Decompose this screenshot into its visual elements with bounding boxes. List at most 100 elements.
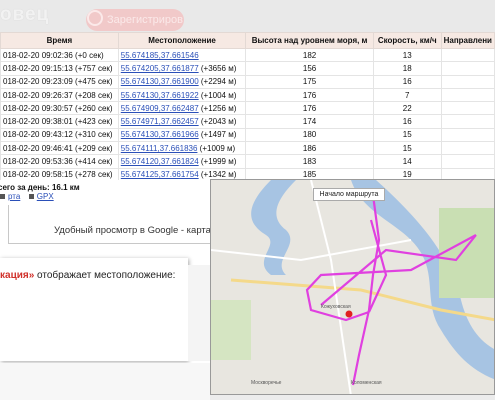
cell-speed: 13	[372, 47, 442, 63]
export-links: рта GPX	[0, 192, 54, 201]
location-pin	[345, 310, 353, 318]
cell-distance: (+1256 м)	[198, 103, 237, 113]
col-header-time: Время	[0, 32, 119, 49]
cell-time: 018-02-20 09:53:36 (+414 сек)	[0, 154, 119, 169]
track-table-panel: Время Местоположение Высота над уровнем …	[0, 32, 495, 182]
cell-direction	[440, 127, 495, 143]
day-total: сего за день: 16.1 км	[0, 183, 80, 192]
cell-distance: (+1342 м)	[198, 170, 237, 180]
cell-location: 55.674130,37.661966 (+1497 м)	[117, 127, 247, 143]
cell-distance: (+1999 м)	[198, 157, 237, 167]
cell-altitude: 176	[245, 87, 374, 103]
cell-location: 55.674909,37.662487 (+1256 м)	[117, 101, 247, 116]
location-link[interactable]: 55.674120,37.661824	[121, 157, 199, 166]
location-link[interactable]: 55.674111,37.661836	[121, 144, 198, 153]
card-highlight: кация»	[0, 270, 35, 281]
map-label: Коломенская	[351, 380, 382, 386]
register-button-label: Зарегистриров	[106, 14, 184, 26]
cell-distance: (+2294 м)	[198, 77, 237, 87]
gpx-link[interactable]: GPX	[37, 192, 54, 201]
table-row: 018-02-20 09:23:09 (+475 сек) 55.674130,3…	[0, 74, 495, 89]
cell-direction	[440, 87, 495, 103]
cell-altitude: 186	[245, 141, 374, 156]
cell-direction	[440, 47, 495, 63]
cell-speed: 15	[372, 127, 442, 143]
map-icon	[0, 194, 5, 199]
cell-location: 55.674120,37.661824 (+1999 м)	[117, 154, 247, 169]
table-row: 018-02-20 09:46:41 (+209 сек) 55.674111,3…	[0, 141, 495, 156]
cell-speed: 7	[372, 87, 442, 103]
park-area-west	[211, 300, 251, 360]
cell-location: 55.674111,37.661836 (+1009 м)	[117, 141, 247, 156]
file-icon	[28, 194, 34, 199]
park-area	[439, 208, 494, 298]
cell-speed: 15	[372, 141, 442, 156]
cell-direction	[440, 101, 495, 116]
table-row: 018-02-20 09:30:57 (+260 сек) 55.674909,3…	[0, 101, 495, 116]
user-icon	[86, 10, 103, 26]
cell-direction	[440, 154, 495, 169]
cell-location: 55.674971,37.662457 (+2043 м)	[117, 114, 247, 129]
cell-location: 55.674130,37.661900 (+2294 м)	[117, 74, 247, 89]
table-row: 018-02-20 09:02:36 (+0 сек) 55.674185,37.…	[0, 47, 495, 63]
cell-altitude: 182	[245, 47, 374, 63]
map-label: Кожуховская	[321, 304, 351, 310]
cell-altitude: 174	[245, 114, 374, 129]
cell-distance: (+2043 м)	[198, 117, 237, 127]
col-header-altitude: Высота над уровнем моря, м	[245, 32, 374, 49]
cell-time: 018-02-20 09:23:09 (+475 сек)	[0, 74, 119, 89]
location-link[interactable]: 55.674130,37.661900	[121, 77, 199, 86]
cell-location: 55.674185,37.661546	[117, 47, 247, 63]
map-canvas	[211, 180, 494, 394]
cell-time: 018-02-20 09:26:37 (+208 сек)	[0, 87, 119, 103]
info-card: кация» отображает местоположение:	[0, 258, 188, 361]
cell-direction	[440, 114, 495, 129]
track-table: Время Местоположение Высота над уровнем …	[0, 32, 495, 182]
cell-distance: (+1497 м)	[198, 130, 237, 140]
cell-direction	[440, 141, 495, 156]
route-map[interactable]: Начало маршрута Кожуховская Москворечье …	[210, 179, 495, 395]
cell-location: 55.674205,37.661877 (+3656 м)	[117, 61, 247, 76]
cell-time: 018-02-20 09:46:41 (+209 сек)	[0, 141, 119, 156]
location-link[interactable]: 55.674125,37.661754	[121, 170, 199, 179]
map-link[interactable]: рта	[8, 192, 20, 201]
cell-altitude: 156	[245, 61, 374, 76]
table-header-row: Время Местоположение Высота над уровнем …	[0, 32, 495, 49]
table-row: 018-02-20 09:15:13 (+757 сек) 55.674205,3…	[0, 61, 495, 76]
cell-direction	[440, 61, 495, 76]
location-link[interactable]: 55.674130,37.661966	[121, 130, 199, 139]
site-logo: овец	[0, 4, 50, 25]
card-description: отображает местоположение:	[34, 270, 176, 281]
cell-distance: (+1009 м)	[197, 143, 236, 153]
col-header-direction: Направлени	[440, 32, 495, 49]
register-button[interactable]: Зарегистриров	[86, 9, 184, 31]
location-link[interactable]: 55.674185,37.661546	[121, 51, 199, 60]
table-row: 018-02-20 09:53:36 (+414 сек) 55.674120,3…	[0, 154, 495, 169]
route-start-button[interactable]: Начало маршрута	[313, 188, 385, 201]
cell-distance: (+1004 м)	[198, 90, 237, 100]
cell-speed: 14	[372, 154, 442, 169]
cell-altitude: 176	[245, 101, 374, 116]
bottom-strip	[0, 363, 210, 400]
table-row: 018-02-20 09:26:37 (+208 сек) 55.674130,3…	[0, 87, 495, 103]
location-link[interactable]: 55.674971,37.662457	[121, 117, 199, 126]
top-bar: овец Зарегистриров	[0, 0, 495, 32]
cell-distance: (+3656 м)	[198, 63, 237, 73]
cell-time: 018-02-20 09:02:36 (+0 сек)	[0, 47, 119, 63]
map-label: Москворечье	[251, 380, 282, 386]
card-text: кация» отображает местоположение:	[0, 270, 175, 281]
location-link[interactable]: 55.674130,37.661922	[121, 91, 199, 100]
cell-direction	[440, 74, 495, 89]
cell-speed: 16	[372, 74, 442, 89]
cell-speed: 18	[372, 61, 442, 76]
cell-time: 018-02-20 09:38:01 (+423 сек)	[0, 114, 119, 129]
cell-speed: 16	[372, 114, 442, 129]
location-link[interactable]: 55.674205,37.661877	[121, 64, 199, 73]
cell-time: 018-02-20 09:43:12 (+310 сек)	[0, 127, 119, 143]
table-row: 018-02-20 09:43:12 (+310 сек) 55.674130,3…	[0, 127, 495, 143]
col-header-speed: Скорость, км/ч	[372, 32, 442, 49]
cell-time: 018-02-20 09:30:57 (+260 сек)	[0, 101, 119, 116]
google-maps-caption: Удобный просмотр в Google - картах	[54, 225, 216, 236]
cell-altitude: 183	[245, 154, 374, 169]
location-link[interactable]: 55.674909,37.662487	[121, 104, 199, 113]
